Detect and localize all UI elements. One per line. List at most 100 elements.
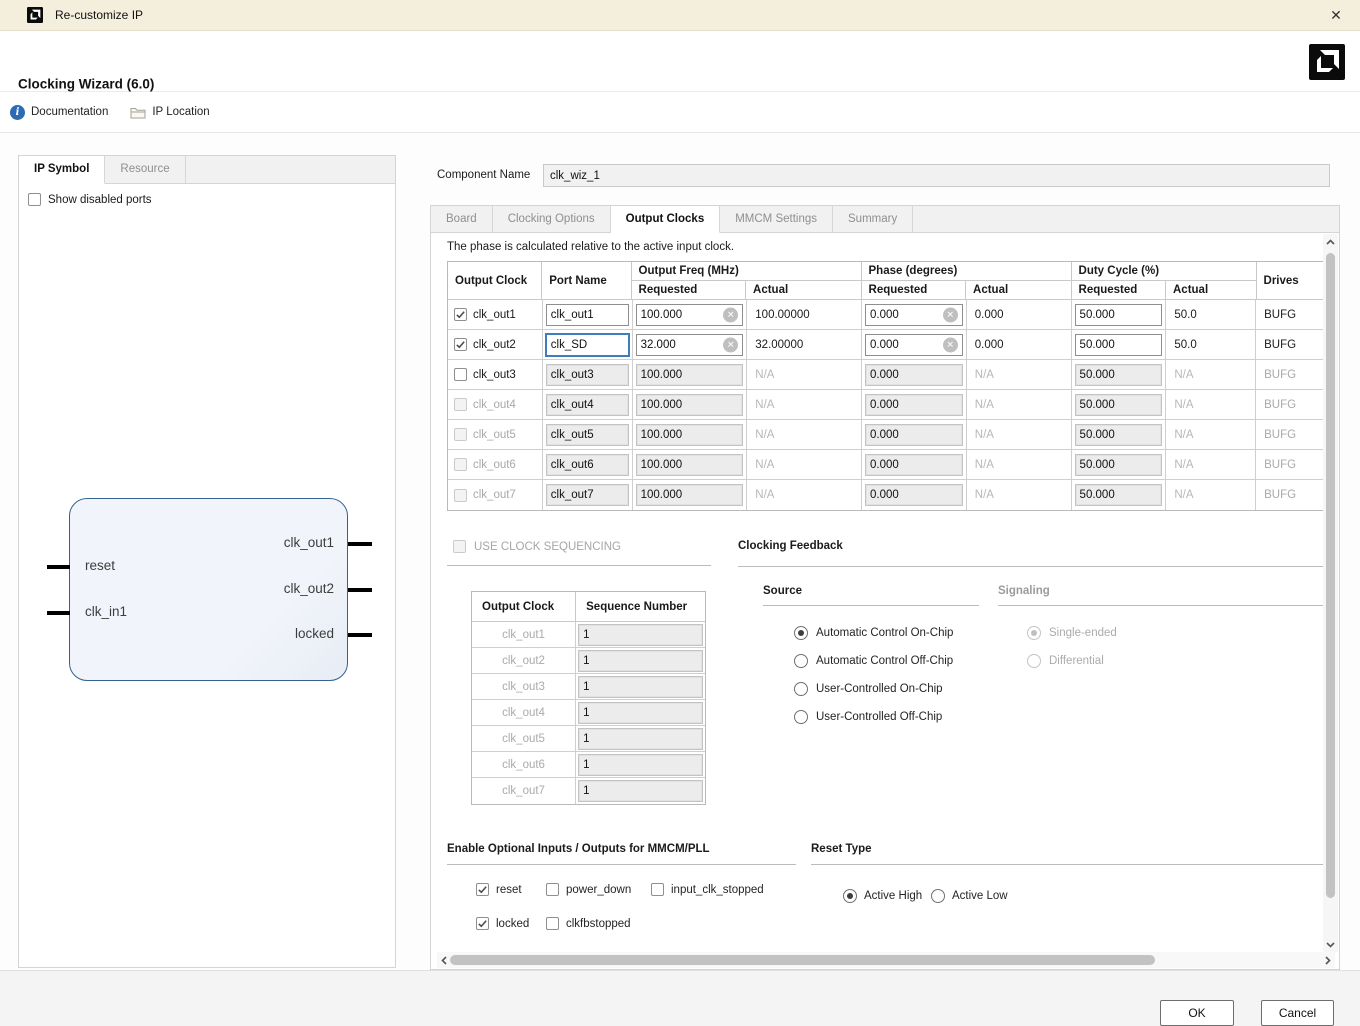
port-name-input[interactable]: clk_SD	[546, 334, 629, 356]
source-option-radio[interactable]	[794, 682, 808, 696]
clkfbstopped-checkbox[interactable]	[546, 917, 559, 930]
freq-requested-input[interactable]: 100.000	[636, 484, 744, 506]
clear-icon[interactable]: ✕	[943, 337, 958, 352]
drives-value: BUFG	[1264, 339, 1296, 351]
sequence-table-header: Output Clock Sequence Number	[472, 592, 705, 622]
phase-note: The phase is calculated relative to the …	[447, 241, 734, 253]
reset-type-active-high[interactable]: Active High	[843, 889, 922, 903]
duty-requested-input[interactable]: 50.000	[1075, 304, 1163, 326]
output-clock-checkbox[interactable]	[454, 368, 467, 381]
locked-label: locked	[496, 918, 529, 930]
sequence-number-cell: 1	[576, 648, 705, 673]
close-icon[interactable]: ✕	[1323, 3, 1349, 27]
port-name-input[interactable]: clk_out7	[546, 484, 629, 506]
phase-requested-input-cell: 0.000✕	[862, 330, 967, 359]
port-label-clk-out1: clk_out1	[284, 535, 334, 550]
port-name-input[interactable]: clk_out4	[546, 394, 629, 416]
component-name-input[interactable]: clk_wiz_1	[543, 164, 1330, 187]
locked-checkbox[interactable]	[476, 917, 489, 930]
active-low-radio[interactable]	[931, 889, 945, 903]
duty-requested-input[interactable]: 50.000	[1075, 334, 1163, 356]
phase-actual-value-cell: N/A	[967, 390, 1072, 419]
vertical-scroll-thumb[interactable]	[1326, 253, 1335, 898]
phase-requested-input[interactable]: 0.000	[865, 484, 963, 506]
optional-io-clkfbstopped[interactable]: clkfbstopped	[546, 917, 631, 930]
source-option-radio[interactable]	[794, 654, 808, 668]
tab-resource[interactable]: Resource	[105, 156, 185, 183]
source-option-radio[interactable]	[794, 710, 808, 724]
tab-board[interactable]: Board	[431, 206, 493, 232]
source-option-user-controlled-off-chip[interactable]: User-Controlled Off-Chip	[794, 703, 953, 731]
source-option-user-controlled-on-chip[interactable]: User-Controlled On-Chip	[794, 675, 953, 703]
scroll-up-arrow[interactable]	[1323, 234, 1338, 249]
tab-mmcm-settings[interactable]: MMCM Settings	[720, 206, 833, 232]
optional-io-title: Enable Optional Inputs / Outputs for MMC…	[447, 843, 710, 855]
show-disabled-ports-option[interactable]: Show disabled ports	[19, 184, 395, 206]
phase-actual-value: N/A	[975, 399, 994, 411]
freq-requested-input[interactable]: 100.000	[636, 364, 744, 386]
freq-requested-input[interactable]: 100.000✕	[636, 304, 744, 326]
horizontal-scrollbar[interactable]	[437, 952, 1335, 968]
show-disabled-ports-checkbox[interactable]	[28, 193, 41, 206]
phase-requested-input-text: 0.000	[870, 369, 899, 381]
output-clock-checkbox[interactable]	[454, 308, 467, 321]
duty-requested-input[interactable]: 50.000	[1075, 394, 1163, 416]
port-name-input[interactable]: clk_out5	[546, 424, 629, 446]
documentation-link[interactable]: i Documentation	[10, 105, 108, 120]
divider	[447, 864, 796, 865]
source-option-automatic-control-on-chip[interactable]: Automatic Control On-Chip	[794, 619, 953, 647]
phase-requested-input[interactable]: 0.000	[865, 394, 963, 416]
source-option-radio[interactable]	[794, 626, 808, 640]
scroll-right-arrow[interactable]	[1321, 952, 1335, 968]
phase-requested-input[interactable]: 0.000	[865, 454, 963, 476]
phase-requested-input[interactable]: 0.000✕	[865, 334, 963, 356]
phase-requested-input[interactable]: 0.000✕	[865, 304, 963, 326]
signaling-option-single-ended: Single-ended	[1027, 619, 1117, 647]
port-name-input[interactable]: clk_out6	[546, 454, 629, 476]
ok-button[interactable]: OK	[1160, 1000, 1234, 1026]
port-name-input-text: clk_out1	[551, 309, 594, 321]
freq-requested-input[interactable]: 32.000✕	[636, 334, 744, 356]
duty-requested-input[interactable]: 50.000	[1075, 484, 1163, 506]
freq-requested-input[interactable]: 100.000	[636, 424, 744, 446]
clear-icon[interactable]: ✕	[943, 307, 958, 322]
sequence-row: clk_out61	[472, 752, 705, 778]
port-name-input[interactable]: clk_out3	[546, 364, 629, 386]
tab-summary[interactable]: Summary	[833, 206, 913, 232]
reset-type-active-low[interactable]: Active Low	[931, 889, 1008, 903]
drives-value-cell: BUFG	[1256, 420, 1323, 449]
phase-actual-value-cell: N/A	[967, 420, 1072, 449]
active-high-radio[interactable]	[843, 889, 857, 903]
sequence-clock-label: clk_out6	[472, 752, 576, 777]
port-label-locked: locked	[295, 626, 334, 641]
duty-requested-input[interactable]: 50.000	[1075, 454, 1163, 476]
freq-requested-header: Requested	[632, 281, 747, 299]
duty-actual-value: N/A	[1174, 399, 1193, 411]
phase-requested-input-text: 0.000	[870, 489, 899, 501]
freq-requested-input[interactable]: 100.000	[636, 394, 744, 416]
scroll-down-arrow[interactable]	[1323, 937, 1338, 952]
clear-icon[interactable]: ✕	[723, 307, 738, 322]
use-clock-sequencing-option: USE CLOCK SEQUENCING	[453, 540, 621, 553]
cancel-button[interactable]: Cancel	[1261, 1000, 1334, 1026]
ip-location-link[interactable]: IP Location	[130, 106, 209, 119]
scroll-left-arrow[interactable]	[437, 952, 451, 968]
tab-clocking-options[interactable]: Clocking Options	[493, 206, 611, 232]
freq-requested-input[interactable]: 100.000	[636, 454, 744, 476]
output-clock-checkbox[interactable]	[454, 338, 467, 351]
phase-requested-input[interactable]: 0.000	[865, 364, 963, 386]
port-name-input-text: clk_out5	[551, 429, 594, 441]
duty-requested-input[interactable]: 50.000	[1075, 364, 1163, 386]
horizontal-scroll-thumb[interactable]	[450, 955, 1155, 965]
duty-requested-input[interactable]: 50.000	[1075, 424, 1163, 446]
tab-output-clocks[interactable]: Output Clocks	[611, 206, 721, 233]
tab-ip-symbol[interactable]: IP Symbol	[19, 156, 105, 184]
vertical-scrollbar[interactable]	[1323, 234, 1338, 952]
sequence-clock-label: clk_out2	[472, 648, 576, 673]
source-option-automatic-control-off-chip[interactable]: Automatic Control Off-Chip	[794, 647, 953, 675]
optional-io-locked[interactable]: locked	[476, 917, 529, 930]
phase-requested-input[interactable]: 0.000	[865, 424, 963, 446]
use-clock-sequencing-label: USE CLOCK SEQUENCING	[474, 541, 621, 553]
clear-icon[interactable]: ✕	[723, 337, 738, 352]
port-name-input[interactable]: clk_out1	[546, 304, 629, 326]
